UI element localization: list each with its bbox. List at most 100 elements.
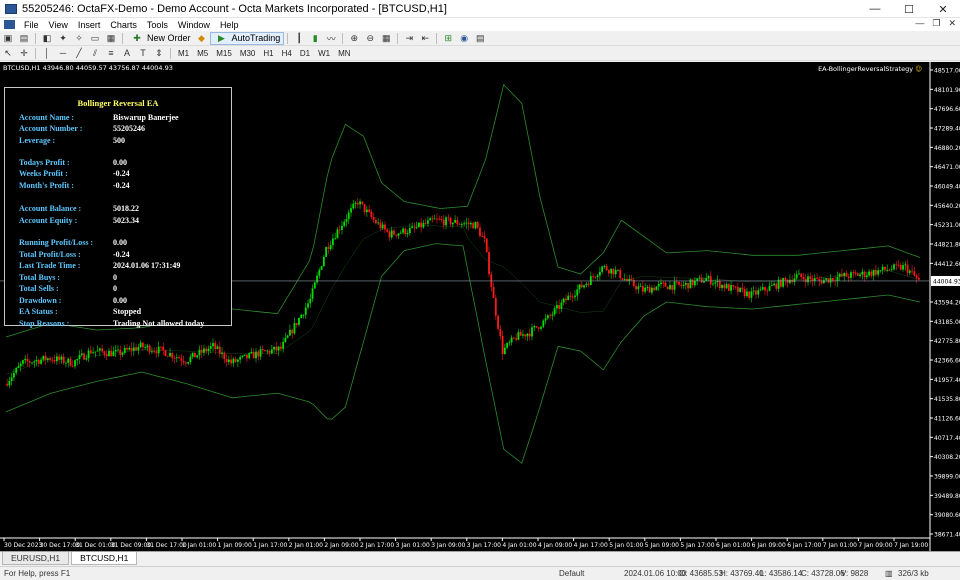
timeframe-m1[interactable]: M1 — [174, 49, 193, 58]
timeframe-mn[interactable]: MN — [334, 49, 354, 58]
tile-windows-icon[interactable]: ▦ — [380, 33, 392, 44]
x-tick-label: 1 Jan 09:00 — [218, 542, 252, 549]
bull-candle — [354, 202, 357, 204]
metaeditor-icon[interactable]: ◆ — [196, 33, 208, 44]
strategy-tester-icon[interactable]: ▦ — [105, 33, 117, 44]
bar-chart-icon[interactable]: ┃ — [293, 33, 305, 44]
timeframe-m5[interactable]: M5 — [193, 49, 212, 58]
timeframe-h1[interactable]: H1 — [259, 49, 277, 58]
navigator-icon[interactable]: ✧ — [73, 33, 85, 44]
menu-insert[interactable]: Insert — [73, 20, 106, 30]
channel-icon[interactable]: ⫽ — [89, 48, 101, 59]
bull-candle — [886, 269, 889, 271]
ea-row-value: Stopped — [113, 307, 142, 316]
cursor-icon[interactable]: ↖ — [2, 48, 14, 59]
menu-window[interactable]: Window — [173, 20, 215, 30]
bull-candle — [542, 320, 545, 327]
zoom-in-icon[interactable]: ⊕ — [348, 33, 360, 44]
minimize-button[interactable]: — — [858, 0, 892, 18]
status-low: L: 43586.14 — [760, 569, 803, 578]
maximize-button[interactable]: ☐ — [892, 0, 926, 18]
bull-candle — [343, 221, 346, 226]
chart-minimize-button[interactable]: — — [915, 18, 924, 29]
bear-candle — [440, 219, 443, 220]
timeframe-m30[interactable]: M30 — [236, 49, 260, 58]
menu-charts[interactable]: Charts — [105, 20, 142, 30]
indicators-icon[interactable]: ⊞ — [442, 33, 454, 44]
bull-candle — [877, 270, 880, 275]
chart-shift-icon[interactable]: ⇤ — [419, 33, 431, 44]
templates-icon[interactable]: ▤ — [474, 33, 486, 44]
x-tick-label: 30 Dec 17:00 — [40, 542, 81, 549]
timeframe-w1[interactable]: W1 — [314, 49, 334, 58]
autotrading-button[interactable]: ▶ AutoTrading — [209, 31, 285, 45]
data-window-icon[interactable]: ✦ — [57, 33, 69, 44]
bull-candle — [752, 290, 755, 292]
zoom-out-icon[interactable]: ⊖ — [364, 33, 376, 44]
bear-candle — [845, 273, 848, 277]
timeframe-d1[interactable]: D1 — [296, 49, 314, 58]
bull-candle — [576, 289, 579, 296]
bear-candle — [44, 355, 47, 361]
periods-icon[interactable]: ◉ — [458, 33, 470, 44]
bull-candle — [13, 372, 15, 378]
bull-candle — [304, 307, 307, 315]
bull-candle — [157, 346, 160, 354]
ea-name-label: EA-BollingerReversalStrategy ☺ — [818, 65, 922, 73]
bull-candle — [408, 227, 411, 234]
bear-candle — [755, 290, 757, 295]
bear-candle — [431, 218, 434, 220]
chart-window-icon[interactable] — [4, 20, 15, 29]
close-button[interactable]: ✕ — [926, 0, 960, 18]
profiles-icon[interactable]: ▤ — [18, 33, 30, 44]
candlestick-icon[interactable]: ▮ — [309, 33, 321, 44]
tab-eurusd[interactable]: EURUSD,H1 — [2, 552, 70, 565]
bull-candle — [657, 283, 660, 287]
chart-close-button[interactable]: ✕ — [948, 18, 956, 29]
bear-candle — [678, 281, 680, 285]
line-chart-icon[interactable]: 〰 — [325, 33, 337, 44]
market-watch-icon[interactable]: ◧ — [41, 33, 53, 44]
ea-row: Account Balance : 5018.22 — [5, 204, 231, 215]
bear-candle — [37, 359, 40, 364]
label-icon[interactable]: T — [137, 48, 149, 59]
arrows-icon[interactable]: ⇕ — [153, 48, 165, 59]
bull-candle — [463, 223, 466, 225]
bull-candle — [429, 218, 432, 221]
bull-candle — [825, 278, 828, 280]
bear-candle — [488, 252, 490, 275]
bear-candle — [481, 236, 484, 237]
bear-candle — [105, 354, 108, 357]
chart-restore-button[interactable]: ❐ — [932, 18, 940, 29]
menu-tools[interactable]: Tools — [142, 20, 173, 30]
horizontal-line-icon[interactable]: ─ — [57, 48, 69, 59]
ea-row: Account Equity : 5023.34 — [5, 216, 231, 227]
bear-candle — [587, 283, 590, 286]
bear-candle — [528, 333, 531, 337]
menu-view[interactable]: View — [44, 20, 73, 30]
trendline-icon[interactable]: ╱ — [73, 48, 85, 59]
terminal-icon[interactable]: ▭ — [89, 33, 101, 44]
menu-file[interactable]: File — [19, 20, 44, 30]
menu-help[interactable]: Help — [215, 20, 244, 30]
bull-candle — [128, 348, 131, 350]
new-order-button[interactable]: ✚ New Order — [126, 32, 194, 45]
bull-candle — [865, 275, 868, 278]
fibonacci-icon[interactable]: ≡ — [105, 48, 117, 59]
new-chart-icon[interactable]: ▣ — [2, 33, 14, 44]
timeframe-h4[interactable]: H4 — [278, 49, 296, 58]
crosshair-icon[interactable]: ✛ — [18, 48, 30, 59]
auto-scroll-icon[interactable]: ⇥ — [403, 33, 415, 44]
vertical-line-icon[interactable]: │ — [41, 48, 53, 59]
new-order-icon: ✚ — [133, 32, 141, 43]
y-tick-label: 43594.20 — [934, 300, 960, 307]
y-tick-label: 42366.60 — [934, 358, 960, 365]
ea-name: EA-BollingerReversalStrategy — [818, 65, 914, 73]
bull-candle — [562, 298, 565, 303]
chart-area[interactable]: 48517.00 48101.90 47696.60 47289.40 46880.20… — [0, 62, 960, 551]
tab-btcusd[interactable]: BTCUSD,H1 — [71, 552, 138, 565]
text-icon[interactable]: A — [121, 48, 133, 59]
bear-candle — [917, 277, 920, 280]
bear-candle — [743, 289, 746, 297]
timeframe-m15[interactable]: M15 — [212, 49, 236, 58]
